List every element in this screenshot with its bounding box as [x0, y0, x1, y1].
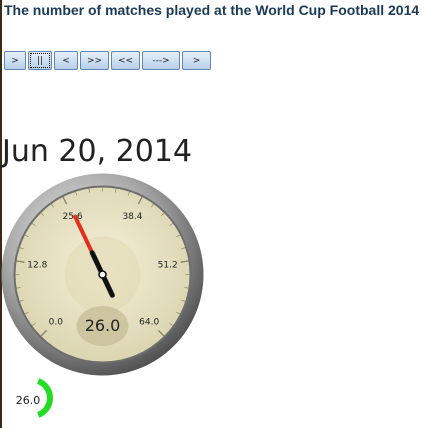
gauge-needle-hub — [98, 270, 107, 279]
mini-gauge-value: 26.0 — [16, 394, 41, 407]
gauge-value-readout: 26.0 — [85, 316, 121, 335]
current-date: Jun 20, 2014 — [2, 134, 193, 169]
step-forward-button[interactable]: > — [182, 51, 211, 70]
loop-button[interactable]: ---> — [142, 51, 180, 70]
gauge-tick-label: 38.4 — [122, 212, 142, 222]
pause-button[interactable]: || — [28, 51, 52, 70]
gauge-tick-label: 64.0 — [139, 318, 159, 328]
playback-controls: > || < >> << ---> > — [4, 51, 213, 71]
fast-forward-button[interactable]: >> — [80, 51, 109, 70]
gauge-tick-label: 51.2 — [158, 261, 178, 271]
step-back-button[interactable]: < — [54, 51, 78, 70]
matches-gauge: 0.0 12.8 25.6 38.4 51.2 64.0 26.0 — [1, 173, 204, 376]
page-title: The number of matches played at the Worl… — [4, 2, 420, 18]
play-button[interactable]: > — [4, 51, 26, 70]
gauge-tick-label: 12.8 — [27, 261, 47, 271]
mini-gauge: 26.0 — [16, 378, 53, 418]
rewind-button[interactable]: << — [111, 51, 140, 70]
gauge-tick-label: 25.6 — [63, 212, 83, 222]
gauge-tick-label: 0.0 — [49, 318, 64, 328]
